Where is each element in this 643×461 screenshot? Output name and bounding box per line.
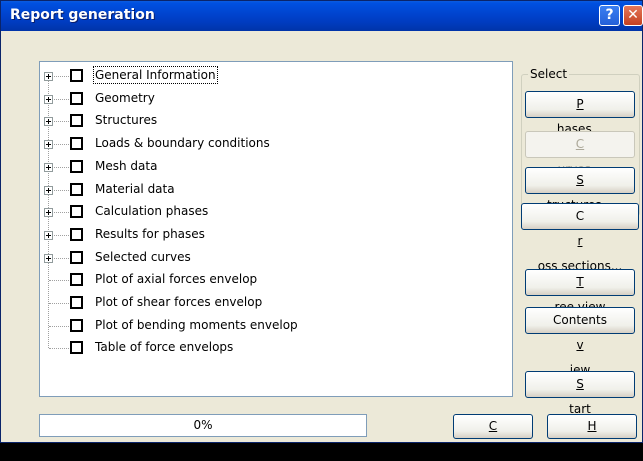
tree-connector <box>49 348 69 350</box>
tree-item[interactable]: Table of force envelops <box>40 338 512 360</box>
tree-connector <box>54 212 69 214</box>
tree-connector <box>54 121 69 123</box>
start-button[interactable]: Start <box>525 371 635 416</box>
tree-item-checkbox[interactable] <box>70 159 83 173</box>
progress-bar: 0% <box>39 414 367 437</box>
tree-item-checkbox[interactable] <box>70 273 83 287</box>
expand-plus-icon[interactable] <box>44 72 53 81</box>
tree-item-checkbox[interactable] <box>70 91 83 105</box>
tree-connector <box>54 98 69 100</box>
tree-item[interactable]: Mesh data <box>40 157 512 179</box>
tree-connector <box>54 144 69 146</box>
tree-item-label: Mesh data <box>95 158 158 173</box>
tree-connector <box>54 257 69 259</box>
expand-plus-icon[interactable] <box>44 140 53 150</box>
tree-item-label: Loads & boundary conditions <box>95 136 270 151</box>
tree-item[interactable]: Selected curves <box>40 248 512 270</box>
expand-plus-icon[interactable] <box>44 162 53 172</box>
window-title: Report generation <box>10 7 155 23</box>
tree-item-label: Geometry <box>95 90 155 105</box>
tree-item-checkbox[interactable] <box>70 250 83 264</box>
tree-item[interactable]: Geometry <box>40 89 512 111</box>
tree-item[interactable]: Calculation phases <box>40 202 512 224</box>
tree-connector <box>54 234 69 236</box>
help-button[interactable]: Help <box>547 414 637 456</box>
title-bar[interactable]: Report generation ? ✕ <box>1 1 643 31</box>
tree-item[interactable]: Results for phases <box>40 225 512 247</box>
tree-item[interactable]: Material data <box>40 180 512 202</box>
tree-item-checkbox[interactable] <box>70 69 83 82</box>
tree-item[interactable]: Plot of axial forces envelop <box>40 270 512 292</box>
progress-percent: 0% <box>193 418 213 432</box>
tree-item[interactable]: Loads & boundary conditions <box>40 134 512 156</box>
tree-item-label: Results for phases <box>95 226 205 241</box>
tree-item-label: Plot of shear forces envelop <box>95 295 263 309</box>
tree-item-checkbox[interactable] <box>70 137 83 151</box>
tree-item[interactable]: General Information <box>40 66 512 88</box>
tree-item-checkbox[interactable] <box>70 182 83 196</box>
help-icon[interactable]: ? <box>599 5 620 26</box>
tree-item-label: Table of force envelops <box>95 340 234 355</box>
tree-item[interactable]: Plot of shear forces envelop <box>40 293 512 315</box>
report-generation-dialog: Report generation ? ✕ General Informatio… <box>0 0 643 456</box>
tree-item-label: General Information <box>93 66 218 84</box>
tree-item-label: Plot of bending moments envelop <box>95 317 298 332</box>
tree-item-checkbox[interactable] <box>70 318 83 332</box>
curves-button[interactable]: Curves... <box>525 131 635 176</box>
tree-item-label: Structures <box>95 113 158 128</box>
tree-item-checkbox[interactable] <box>70 227 83 241</box>
select-group-label: Select <box>528 67 570 81</box>
expand-plus-icon[interactable] <box>44 94 53 104</box>
tree-connector <box>54 166 69 168</box>
tree-item-label: Plot of axial forces envelop <box>95 272 258 287</box>
tree-item-checkbox[interactable] <box>70 341 83 355</box>
expand-plus-icon[interactable] <box>44 208 53 218</box>
report-contents-tree[interactable]: General Information Geometry Structures Loa… <box>39 61 513 397</box>
expand-plus-icon[interactable] <box>44 253 53 263</box>
tree-view-button[interactable]: Tree view <box>525 269 635 314</box>
tree-connector <box>54 76 69 77</box>
expand-plus-icon[interactable] <box>44 185 53 195</box>
cross-sections-button[interactable]: Cr oss sections... <box>521 203 639 273</box>
tree-item-label: Material data <box>95 181 175 196</box>
structures-button[interactable]: Structures... <box>525 167 635 212</box>
cancel-button[interactable]: Cancel <box>453 414 533 456</box>
tree-item-checkbox[interactable] <box>70 296 83 309</box>
tree-item[interactable]: Plot of bending moments envelop <box>40 316 512 338</box>
close-icon[interactable]: ✕ <box>623 5 643 26</box>
expand-plus-icon[interactable] <box>44 117 53 127</box>
expand-plus-icon[interactable] <box>44 230 53 240</box>
tree-connector <box>54 189 69 191</box>
contents-view-button[interactable]: Contents v iew <box>525 307 635 377</box>
tree-item-checkbox[interactable] <box>70 205 83 219</box>
tree-item-checkbox[interactable] <box>70 114 83 128</box>
tree-connector <box>49 303 69 304</box>
tree-connector <box>49 280 69 282</box>
tree-item[interactable]: Structures <box>40 111 512 133</box>
tree-connector <box>49 325 69 327</box>
tree-item-label: Selected curves <box>95 249 191 264</box>
phases-button[interactable]: Phases... <box>525 91 635 136</box>
tree-item-label: Calculation phases <box>95 204 209 219</box>
